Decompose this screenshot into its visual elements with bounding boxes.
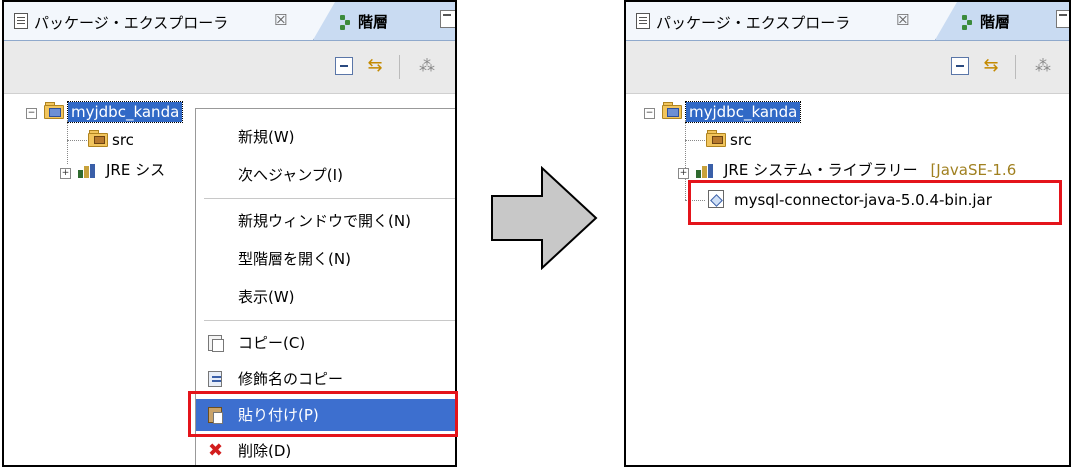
menu-item-label: 型階層を開く(N) — [238, 250, 351, 268]
library-icon — [78, 164, 100, 178]
view-menu-icon[interactable]: ⁂ — [419, 57, 437, 75]
menu-item-label: 表示(W) — [238, 288, 295, 306]
toolbar-separator — [399, 55, 400, 79]
menu-separator — [204, 198, 455, 199]
link-with-editor-icon[interactable]: ⇆ — [366, 57, 384, 75]
tree-line — [67, 140, 87, 141]
close-icon[interactable]: ☒ — [896, 11, 909, 29]
tab-package-explorer[interactable]: パッケージ・エクスプローラ ☒ — [4, 2, 335, 40]
collapse-all-icon[interactable] — [335, 57, 353, 75]
delete-icon: ✖ — [208, 440, 224, 461]
menu-separator — [204, 320, 455, 321]
menu-item-label: 削除(D) — [238, 442, 292, 460]
tab-hierarchy[interactable]: 階層 — [962, 11, 1010, 32]
src-label: src — [112, 131, 134, 149]
menu-item-label: 新規(W) — [238, 128, 295, 146]
paste-highlight-box — [188, 391, 458, 437]
view-toolbar: ⇆ ⁂ — [4, 41, 455, 94]
tab-hierarchy-label: 階層 — [980, 13, 1011, 31]
menu-item-show-in[interactable]: 表示(W) — [196, 281, 455, 313]
link-with-editor-icon[interactable]: ⇆ — [982, 57, 1000, 75]
package-explorer-after: パッケージ・エクスプローラ ☒ 階層 ⇆ ⁂ − myjdbc_kanda sr… — [624, 0, 1071, 467]
package-explorer-icon — [14, 13, 28, 29]
copy-icon — [208, 335, 224, 352]
collapse-all-icon[interactable] — [951, 57, 969, 75]
project-folder-icon — [662, 102, 682, 119]
toolbar-separator — [1015, 55, 1016, 79]
menu-item-delete[interactable]: ✖ 削除(D) — [196, 435, 455, 465]
project-label: myjdbc_kanda — [684, 101, 802, 123]
minimize-icon[interactable] — [440, 10, 455, 28]
jre-label: JRE システム・ライブラリー — [724, 161, 918, 179]
right-arrow-icon — [491, 166, 598, 270]
menu-item-open-type-hierarchy[interactable]: 型階層を開く(N) — [196, 243, 455, 275]
tree-line — [685, 120, 686, 200]
package-explorer-icon — [636, 13, 650, 29]
tab-title: パッケージ・エクスプローラ — [656, 14, 851, 32]
expand-toggle-icon[interactable]: + — [678, 168, 689, 179]
menu-item-go-into[interactable]: 次へジャンプ(I) — [196, 159, 455, 191]
view-toolbar: ⇆ ⁂ — [626, 41, 1069, 94]
view-menu-icon[interactable]: ⁂ — [1035, 57, 1053, 75]
tree-line — [685, 140, 705, 141]
hierarchy-icon — [340, 15, 350, 30]
package-tree: − myjdbc_kanda src + JRE システム・ライブラリー [Ja… — [626, 94, 1069, 465]
view-tab-bar: パッケージ・エクスプローラ ☒ 階層 — [626, 2, 1069, 41]
close-icon[interactable]: ☒ — [274, 11, 287, 29]
tab-hierarchy[interactable]: 階層 — [340, 11, 388, 32]
source-folder-icon — [706, 130, 726, 147]
jre-version-label: [JavaSE-1.6 — [930, 161, 1017, 179]
minimize-icon[interactable] — [1056, 10, 1069, 28]
menu-item-label: 次へジャンプ(I) — [238, 166, 343, 184]
menu-item-copy[interactable]: コピー(C) — [196, 327, 455, 359]
collapse-toggle-icon[interactable]: − — [644, 108, 655, 119]
library-icon — [696, 164, 718, 178]
copy-qualified-name-icon — [208, 371, 222, 387]
tab-package-explorer[interactable]: パッケージ・エクスプローラ ☒ — [626, 2, 957, 40]
tab-hierarchy-label: 階層 — [358, 13, 389, 31]
hierarchy-icon — [962, 15, 972, 30]
menu-item-new[interactable]: 新規(W) — [196, 121, 455, 153]
project-label: myjdbc_kanda — [66, 101, 184, 123]
tree-item-jre[interactable]: JRE システム・ライブラリー [JavaSE-1.6 — [724, 160, 1016, 182]
tab-title: パッケージ・エクスプローラ — [34, 14, 229, 32]
menu-item-label: コピー(C) — [238, 334, 306, 352]
source-folder-icon — [88, 130, 108, 147]
collapse-toggle-icon[interactable]: − — [26, 108, 37, 119]
tree-line — [67, 120, 68, 164]
view-tab-bar: パッケージ・エクスプローラ ☒ 階層 — [4, 2, 455, 41]
menu-item-open-new-window[interactable]: 新規ウィンドウで開く(N) — [196, 205, 455, 237]
jre-label: JRE シス — [106, 161, 166, 179]
src-label: src — [730, 131, 752, 149]
jar-highlight-box — [688, 180, 1062, 225]
expand-toggle-icon[interactable]: + — [60, 168, 71, 179]
project-folder-icon — [44, 102, 64, 119]
menu-item-label: 新規ウィンドウで開く(N) — [238, 212, 411, 230]
